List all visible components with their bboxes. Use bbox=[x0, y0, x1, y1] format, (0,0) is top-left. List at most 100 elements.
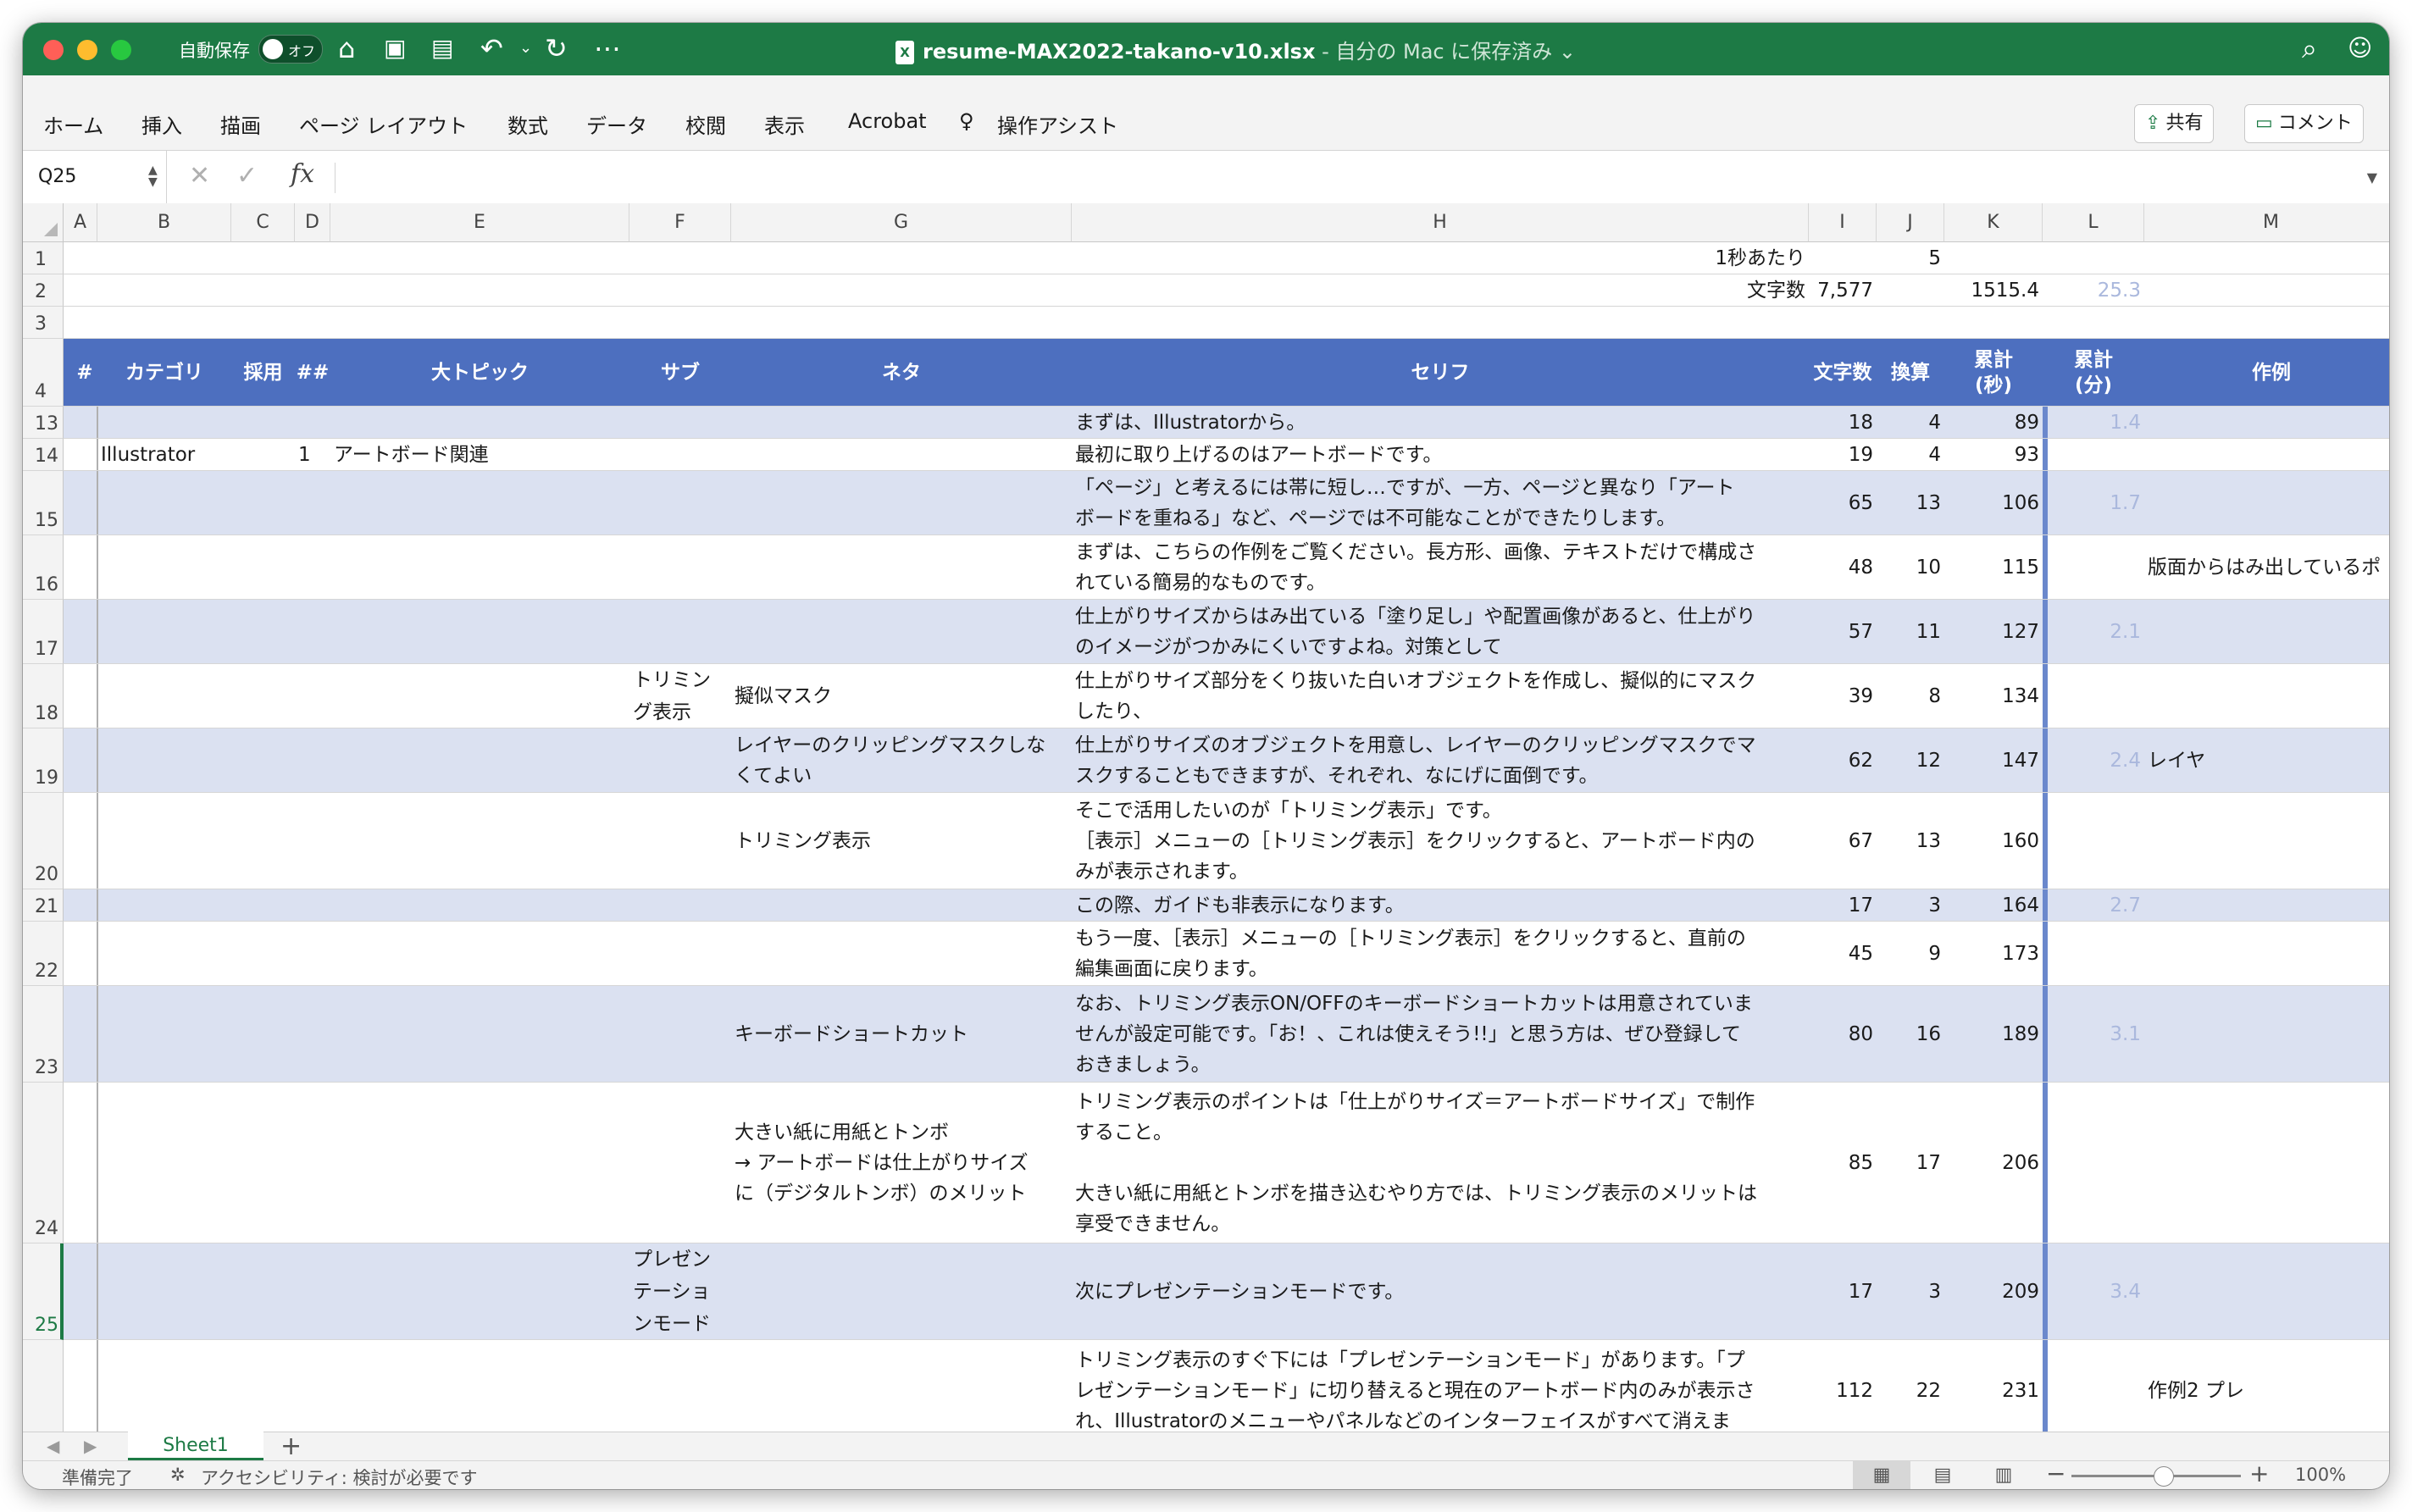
cell-g[interactable]: 大きい紙に用紙とトンボ → アートボードは仕上がりサイズ に（デジタルトンボ）の… bbox=[731, 1083, 1072, 1243]
row-header[interactable]: 13 bbox=[23, 407, 64, 439]
header-cell-h[interactable]: セリフ bbox=[1072, 339, 1809, 406]
share-button[interactable]: ⇪ 共有 bbox=[2134, 104, 2215, 143]
row-header[interactable]: 21 bbox=[23, 889, 64, 922]
column-header-k[interactable]: K bbox=[1944, 203, 2043, 242]
cell-i[interactable]: 65 bbox=[1809, 471, 1877, 534]
row-header[interactable]: 1 bbox=[23, 242, 64, 274]
cell-k[interactable]: 160 bbox=[1944, 793, 2043, 889]
cell-i[interactable]: 48 bbox=[1809, 535, 1877, 599]
cell-i[interactable]: 67 bbox=[1809, 793, 1877, 889]
cell-h[interactable]: この際、ガイドも非表示になります。 bbox=[1072, 889, 1809, 921]
cell-h[interactable]: まずは、こちらの作例をご覧ください。長方形、画像、テキストだけで構成さ れている… bbox=[1072, 535, 1809, 599]
cell-m[interactable]: レイヤ bbox=[2144, 728, 2389, 792]
zoom-slider-knob[interactable] bbox=[2154, 1466, 2174, 1487]
cell-h[interactable]: 文字数 bbox=[1072, 274, 1809, 306]
column-header-b[interactable]: B bbox=[97, 203, 231, 242]
zoom-in-button[interactable]: + bbox=[2249, 1459, 2269, 1487]
row-header[interactable]: 22 bbox=[23, 922, 64, 986]
cell-l[interactable]: 2.7 bbox=[2043, 889, 2144, 921]
cell-j[interactable]: 11 bbox=[1877, 600, 1944, 663]
cell-j[interactable]: 13 bbox=[1877, 793, 1944, 889]
redo-icon[interactable]: ↻ bbox=[545, 31, 568, 65]
tab-home[interactable]: ホーム bbox=[43, 109, 103, 139]
cell-h[interactable]: 次にプレゼンテーションモードです。 bbox=[1072, 1243, 1809, 1339]
cell-m[interactable]: 作例2 プレ bbox=[2144, 1340, 2389, 1432]
column-header-m[interactable]: M bbox=[2144, 203, 2389, 242]
header-cell-i[interactable]: 文字数 bbox=[1809, 339, 1877, 406]
tab-data[interactable]: データ bbox=[586, 109, 647, 139]
cell-i[interactable]: 7,577 bbox=[1809, 274, 1877, 306]
header-cell-b[interactable]: カテゴリ bbox=[97, 339, 231, 406]
tab-tell-me[interactable]: 操作アシスト bbox=[997, 109, 1118, 139]
cell-d[interactable]: 1 bbox=[295, 439, 330, 470]
cell-k[interactable]: 89 bbox=[1944, 407, 2043, 438]
autosave-toggle[interactable]: オフ bbox=[258, 35, 323, 64]
save-status[interactable]: - 自分の Mac に保存済み ⌄ bbox=[1315, 40, 1576, 64]
undo-icon[interactable]: ↶ bbox=[480, 31, 503, 65]
cell-k[interactable]: 93 bbox=[1944, 439, 2043, 470]
tab-draw[interactable]: 描画 bbox=[220, 109, 261, 139]
cell-f[interactable]: プレゼン テーショ ンモード bbox=[629, 1243, 731, 1339]
cell-l[interactable]: 1.7 bbox=[2043, 471, 2144, 534]
column-header-e[interactable]: E bbox=[330, 203, 629, 242]
cell-h[interactable]: もう一度、［表示］メニューの［トリミング表示］をクリックすると、直前の 編集画面… bbox=[1072, 922, 1809, 985]
cell-l[interactable]: 25.3 bbox=[2043, 274, 2144, 306]
header-cell-f[interactable]: サブ bbox=[629, 339, 731, 406]
row-header[interactable]: 3 bbox=[23, 307, 64, 339]
cell-i[interactable]: 39 bbox=[1809, 664, 1877, 728]
column-header-c[interactable]: C bbox=[231, 203, 295, 242]
cell-m[interactable]: 版面からはみ出しているポ bbox=[2144, 535, 2389, 599]
tab-review[interactable]: 校閲 bbox=[685, 109, 726, 139]
page-break-view-button[interactable]: ▥ bbox=[1975, 1461, 2032, 1489]
row-header[interactable]: 4 bbox=[23, 339, 64, 407]
cell-i[interactable]: 45 bbox=[1809, 922, 1877, 985]
column-header-h[interactable]: H bbox=[1072, 203, 1809, 242]
sheet-tab-sheet1[interactable]: Sheet1 bbox=[128, 1432, 263, 1460]
cell-j[interactable]: 17 bbox=[1877, 1083, 1944, 1243]
cell-j[interactable]: 5 bbox=[1877, 242, 1944, 274]
cell-j[interactable]: 3 bbox=[1877, 1243, 1944, 1339]
column-header-j[interactable]: J bbox=[1877, 203, 1944, 242]
page-layout-view-button[interactable]: ▤ bbox=[1914, 1461, 1971, 1489]
cell-g[interactable]: トリミング表示 bbox=[731, 793, 1072, 889]
add-sheet-button[interactable]: + bbox=[280, 1432, 302, 1461]
tab-insert[interactable]: 挿入 bbox=[141, 109, 182, 139]
cell-k[interactable]: 231 bbox=[1944, 1340, 2043, 1432]
cell-i[interactable]: 112 bbox=[1809, 1340, 1877, 1432]
cell-j[interactable]: 13 bbox=[1877, 471, 1944, 534]
row-header[interactable]: 17 bbox=[23, 600, 64, 664]
cell-j[interactable]: 9 bbox=[1877, 922, 1944, 985]
cell-h[interactable]: 仕上がりサイズ部分をくり抜いた白いオブジェクトを作成し、擬似的にマスク したり、 bbox=[1072, 664, 1809, 728]
search-icon[interactable]: ⌕ bbox=[2302, 31, 2317, 65]
cell-g[interactable]: キーボードショートカット bbox=[731, 986, 1072, 1082]
cell-j[interactable]: 8 bbox=[1877, 664, 1944, 728]
column-header-l[interactable]: L bbox=[2043, 203, 2144, 242]
cancel-icon[interactable]: ✕ bbox=[189, 161, 210, 191]
comment-button[interactable]: ▭ コメント bbox=[2244, 104, 2364, 143]
header-cell-g[interactable]: ネタ bbox=[731, 339, 1072, 406]
cell-j[interactable]: 4 bbox=[1877, 407, 1944, 438]
normal-view-button[interactable]: ▦ bbox=[1853, 1461, 1910, 1489]
cell-i[interactable]: 18 bbox=[1809, 407, 1877, 438]
cell-h[interactable]: まずは、Illustratorから。 bbox=[1072, 407, 1809, 438]
insert-function-button[interactable]: fx bbox=[291, 159, 314, 189]
cell-h[interactable]: トリミング表示のすぐ下には「プレゼンテーションモード」があります。「プ レゼンテ… bbox=[1072, 1340, 1809, 1432]
row-header[interactable]: 16 bbox=[23, 535, 64, 600]
cell-h[interactable]: トリミング表示のポイントは「仕上がりサイズ＝アートボードサイズ」で制作 すること… bbox=[1072, 1083, 1809, 1243]
cell-k[interactable]: 164 bbox=[1944, 889, 2043, 921]
row-header[interactable]: 14 bbox=[23, 439, 64, 471]
cell-f[interactable]: トリミン グ表示 bbox=[629, 664, 731, 728]
cell-i[interactable]: 17 bbox=[1809, 889, 1877, 921]
tab-formulas[interactable]: 数式 bbox=[507, 109, 548, 139]
cell-g[interactable]: 擬似マスク bbox=[731, 664, 1072, 728]
cell-j[interactable]: 16 bbox=[1877, 986, 1944, 1082]
header-cell-j[interactable]: 換算 bbox=[1877, 339, 1944, 406]
cell-k[interactable]: 173 bbox=[1944, 922, 2043, 985]
row-header[interactable] bbox=[23, 1340, 64, 1432]
cell-k[interactable]: 115 bbox=[1944, 535, 2043, 599]
row-header[interactable]: 20 bbox=[23, 793, 64, 889]
cell-k[interactable]: 147 bbox=[1944, 728, 2043, 792]
close-window-button[interactable] bbox=[43, 40, 64, 60]
check-icon[interactable]: ✓ bbox=[236, 161, 258, 191]
name-box[interactable]: Q25 ▲ ▼ bbox=[23, 151, 167, 203]
